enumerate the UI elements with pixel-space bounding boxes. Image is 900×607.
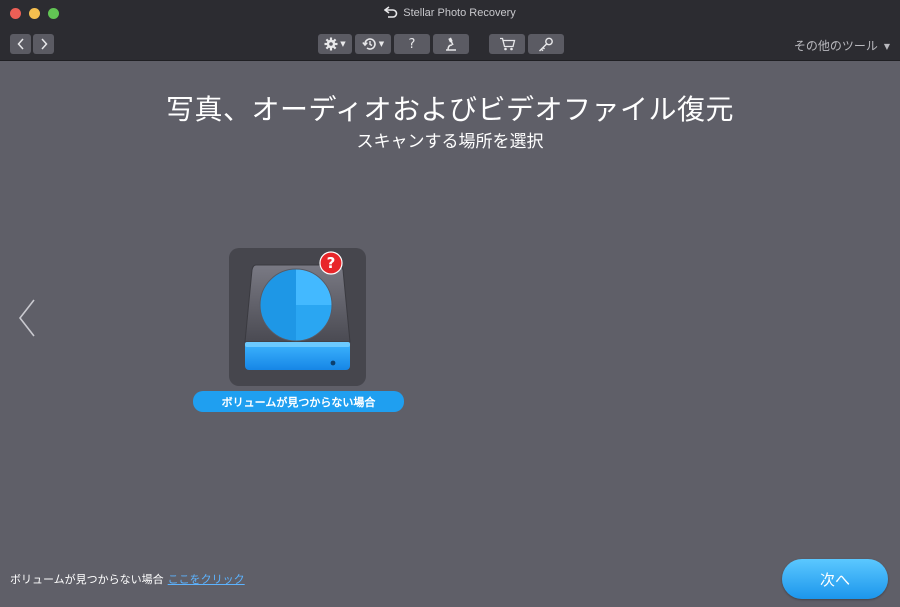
footer-help-label: ボリュームが見つからない場合 bbox=[10, 573, 164, 586]
forward-button[interactable] bbox=[33, 34, 54, 54]
page-subtitle: スキャンする場所を選択 bbox=[356, 132, 544, 152]
app-icon bbox=[384, 6, 398, 18]
other-tools-label: その他のツール bbox=[793, 39, 878, 53]
back-button[interactable] bbox=[10, 34, 31, 54]
key-icon bbox=[539, 37, 553, 51]
next-button[interactable]: 次へ bbox=[782, 559, 888, 599]
click-here-link[interactable]: ここをクリック bbox=[168, 573, 245, 586]
history-icon bbox=[362, 38, 376, 50]
gear-icon bbox=[324, 37, 338, 51]
chevron-down-icon: ▼ bbox=[340, 40, 346, 48]
window-title-text: Stellar Photo Recovery bbox=[403, 7, 516, 19]
page-title: 写真、オーディオおよびビデオファイル復元 bbox=[165, 93, 735, 126]
forward-icon bbox=[40, 38, 48, 50]
footer-help-text: ボリュームが見つからない場合 ここをクリック bbox=[10, 571, 245, 587]
microscope-icon bbox=[446, 37, 456, 51]
window-title: Stellar Photo Recovery bbox=[0, 6, 900, 19]
drive-label[interactable]: ボリュームが見つからない場合 bbox=[193, 391, 404, 412]
hard-drive-icon bbox=[244, 264, 351, 370]
cart-button[interactable] bbox=[489, 34, 525, 54]
toolbar: ▼ ▼ ? その他のツール ▼ bbox=[0, 26, 900, 61]
chevron-down-icon: ▼ bbox=[378, 40, 385, 48]
dropdown-arrow-icon: ▼ bbox=[883, 42, 890, 51]
settings-button[interactable]: ▼ bbox=[318, 34, 352, 54]
other-tools-menu[interactable]: その他のツール ▼ bbox=[794, 37, 890, 54]
question-badge-glyph: ? bbox=[326, 254, 336, 272]
previous-page-arrow-icon[interactable] bbox=[16, 298, 38, 338]
history-button[interactable]: ▼ bbox=[355, 34, 391, 54]
cart-icon bbox=[499, 37, 515, 51]
back-icon bbox=[16, 38, 24, 50]
scan-button[interactable] bbox=[433, 34, 469, 54]
help-button[interactable]: ? bbox=[394, 34, 430, 54]
activation-key-button[interactable] bbox=[528, 34, 564, 54]
drive-tile[interactable]: ? bbox=[229, 248, 366, 386]
help-icon: ? bbox=[408, 36, 416, 52]
title-bar: Stellar Photo Recovery bbox=[0, 0, 900, 26]
